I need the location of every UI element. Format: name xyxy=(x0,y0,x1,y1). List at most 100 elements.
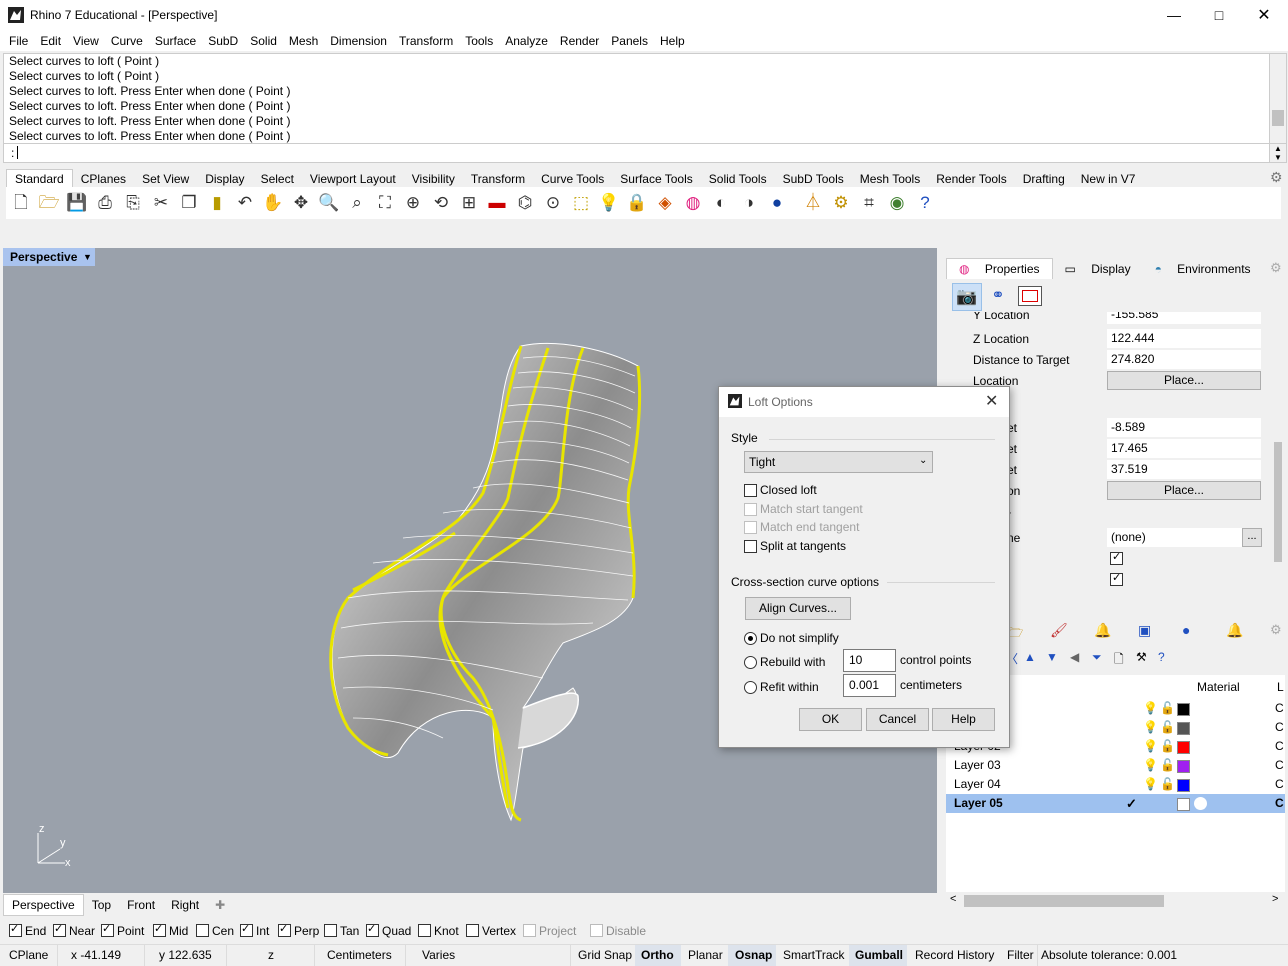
osnap-perp[interactable]: Perp xyxy=(278,922,319,938)
layer-page-icon[interactable]: 🗋 xyxy=(1114,650,1124,671)
layer-color-swatch[interactable] xyxy=(1177,798,1190,811)
save-icon[interactable]: 💾 xyxy=(65,191,89,215)
zoom-selected-icon[interactable]: ⊕ xyxy=(401,191,425,215)
menu-curve[interactable]: Curve xyxy=(105,31,149,51)
prop-value-wallpaper[interactable]: (none) xyxy=(1107,528,1243,547)
prop-value-target-y[interactable]: 17.465 xyxy=(1107,439,1261,458)
status-units[interactable]: Centimeters xyxy=(327,948,392,962)
layer-down-icon[interactable]: ▼ xyxy=(1046,650,1058,664)
rotate-view-icon[interactable]: ✥ xyxy=(289,191,313,215)
select-icon[interactable]: ⬚ xyxy=(569,191,593,215)
closed-loft-checkbox[interactable] xyxy=(744,484,757,497)
undo-view-icon[interactable]: ⟲ xyxy=(429,191,453,215)
scroll-thumb[interactable] xyxy=(1272,110,1284,126)
prop-value-target-x[interactable]: -8.589 xyxy=(1107,418,1261,437)
smarttrack-toggle[interactable]: SmartTrack xyxy=(783,948,845,962)
tab-cplanes[interactable]: CPlanes xyxy=(73,170,134,188)
panel-gear-icon[interactable]: ⚙ xyxy=(1270,260,1282,276)
help-icon[interactable]: ? xyxy=(913,191,937,215)
viewport-tab-top[interactable]: Top xyxy=(84,895,119,915)
layer-row-current[interactable]: Layer 05 ✓ C xyxy=(946,794,1285,813)
layers-hscrollbar[interactable]: < > xyxy=(946,892,1285,910)
menu-dimension[interactable]: Dimension xyxy=(324,31,393,51)
lock-icon[interactable]: 🔒 xyxy=(625,191,649,215)
ok-button[interactable]: OK xyxy=(799,708,862,731)
viewport-tab-front[interactable]: Front xyxy=(119,895,163,915)
undo-icon[interactable]: ↶ xyxy=(233,191,257,215)
menu-mesh[interactable]: Mesh xyxy=(283,31,324,51)
tab-visibility[interactable]: Visibility xyxy=(404,170,463,188)
tab-subd-tools[interactable]: SubD Tools xyxy=(775,170,852,188)
tab-render-tools[interactable]: Render Tools xyxy=(928,170,1015,188)
menu-help[interactable]: Help xyxy=(654,31,691,51)
tab-panel-display[interactable]: ▭ Display xyxy=(1053,259,1143,279)
four-viewports-icon[interactable]: ⊞ xyxy=(457,191,481,215)
tab-new-in-v7[interactable]: New in V7 xyxy=(1073,170,1144,188)
layer-visible-bulb-icon[interactable]: 💡 xyxy=(1143,775,1158,794)
new-file-icon[interactable]: 🗋 xyxy=(9,191,33,215)
color-wheel-icon[interactable]: ◍ xyxy=(681,191,705,215)
record-history-toggle[interactable]: Record History xyxy=(915,948,994,962)
spotlight-icon[interactable]: ⏃ xyxy=(801,191,825,215)
filter-toggle[interactable]: Filter xyxy=(1007,948,1034,962)
layer-visible-bulb-icon[interactable]: 💡 xyxy=(1143,718,1158,737)
tab-display[interactable]: Display xyxy=(197,170,252,188)
menu-edit[interactable]: Edit xyxy=(34,31,67,51)
planar-toggle[interactable]: Planar xyxy=(688,948,723,962)
tab-transform[interactable]: Transform xyxy=(463,170,533,188)
menu-render[interactable]: Render xyxy=(554,31,605,51)
status-layer[interactable]: Varies xyxy=(422,948,455,962)
split-tangents-label[interactable]: Split at tangents xyxy=(760,539,846,553)
sphere-layer-icon[interactable]: ● xyxy=(1182,622,1190,638)
car-icon[interactable]: ▬ xyxy=(485,191,509,215)
brush-icon[interactable]: 🖌 xyxy=(1050,622,1068,639)
style-select[interactable]: Tight ⌄ xyxy=(744,451,933,473)
prop-value-target-z[interactable]: 37.519 xyxy=(1107,460,1261,479)
tab-mesh-tools[interactable]: Mesh Tools xyxy=(852,170,928,188)
osnap-project[interactable]: Project xyxy=(523,924,576,938)
light-bulb-icon[interactable]: 💡 xyxy=(597,191,621,215)
zoom-window-icon[interactable]: ⌕ xyxy=(345,191,369,215)
layers-scroll-thumb[interactable] xyxy=(964,895,1164,907)
zoom-extents-icon[interactable]: ⛶ xyxy=(373,191,397,215)
menu-transform[interactable]: Transform xyxy=(393,31,459,51)
osnap-point[interactable]: Point xyxy=(101,922,144,938)
rebuild-with-radio[interactable] xyxy=(744,656,757,669)
show-wallpaper-checkbox[interactable]: ✓ xyxy=(1110,551,1123,565)
scroll-right-icon[interactable]: > xyxy=(1272,893,1278,905)
copy-icon[interactable]: ❐ xyxy=(177,191,201,215)
menu-subd[interactable]: SubD xyxy=(202,31,244,51)
minimize-button[interactable]: — xyxy=(1151,0,1197,31)
tab-environments[interactable]: ◓ Environments xyxy=(1143,259,1263,279)
help-button[interactable]: Help xyxy=(932,708,995,731)
scroll-left-icon[interactable]: < xyxy=(950,893,956,905)
cut-icon[interactable]: ✂ xyxy=(149,191,173,215)
tab-curve-tools[interactable]: Curve Tools xyxy=(533,170,612,188)
wallpaper-icon[interactable] xyxy=(1018,286,1042,306)
layer-tools-icon[interactable]: ⚒ xyxy=(1136,650,1147,664)
do-not-simplify-label[interactable]: Do not simplify xyxy=(760,631,839,645)
viewport-title[interactable]: Perspective ▼ xyxy=(3,248,95,266)
osnap-int[interactable]: Int xyxy=(240,922,269,938)
status-cplane[interactable]: CPlane xyxy=(9,948,48,962)
layer-row[interactable]: Layer 03 💡 🔓 C xyxy=(946,756,1285,775)
prop-value-distance[interactable]: 274.820 xyxy=(1107,350,1261,369)
target-icon[interactable]: ⚭ xyxy=(986,284,1010,308)
rendered-sphere-icon[interactable]: ◑ xyxy=(737,191,761,215)
split-tangents-checkbox[interactable] xyxy=(744,540,757,553)
render-sphere-icon[interactable]: ● xyxy=(765,191,789,215)
layer-visible-bulb-icon[interactable]: 💡 xyxy=(1143,699,1158,718)
layer-collapse-icon[interactable]: ◀ xyxy=(1070,650,1079,664)
layer-color-swatch[interactable] xyxy=(1177,760,1190,773)
osnap-end[interactable]: End xyxy=(9,922,46,938)
rebuild-with-label[interactable]: Rebuild with xyxy=(760,655,825,669)
osnap-toggle[interactable]: Osnap xyxy=(735,948,772,962)
camera-icon[interactable]: 📷 xyxy=(952,283,982,311)
layer-unlock-icon[interactable]: 🔓 xyxy=(1160,756,1175,775)
filter-icon[interactable]: ⏷ xyxy=(1092,650,1102,665)
layer-unlock-icon[interactable]: 🔓 xyxy=(1160,718,1175,737)
layers-icon[interactable]: ◈ xyxy=(653,191,677,215)
shaded-sphere-icon[interactable]: ◐ xyxy=(709,191,733,215)
gumball-toggle[interactable]: Gumball xyxy=(855,948,903,962)
options-gear-icon[interactable]: ⚙ xyxy=(829,191,853,215)
